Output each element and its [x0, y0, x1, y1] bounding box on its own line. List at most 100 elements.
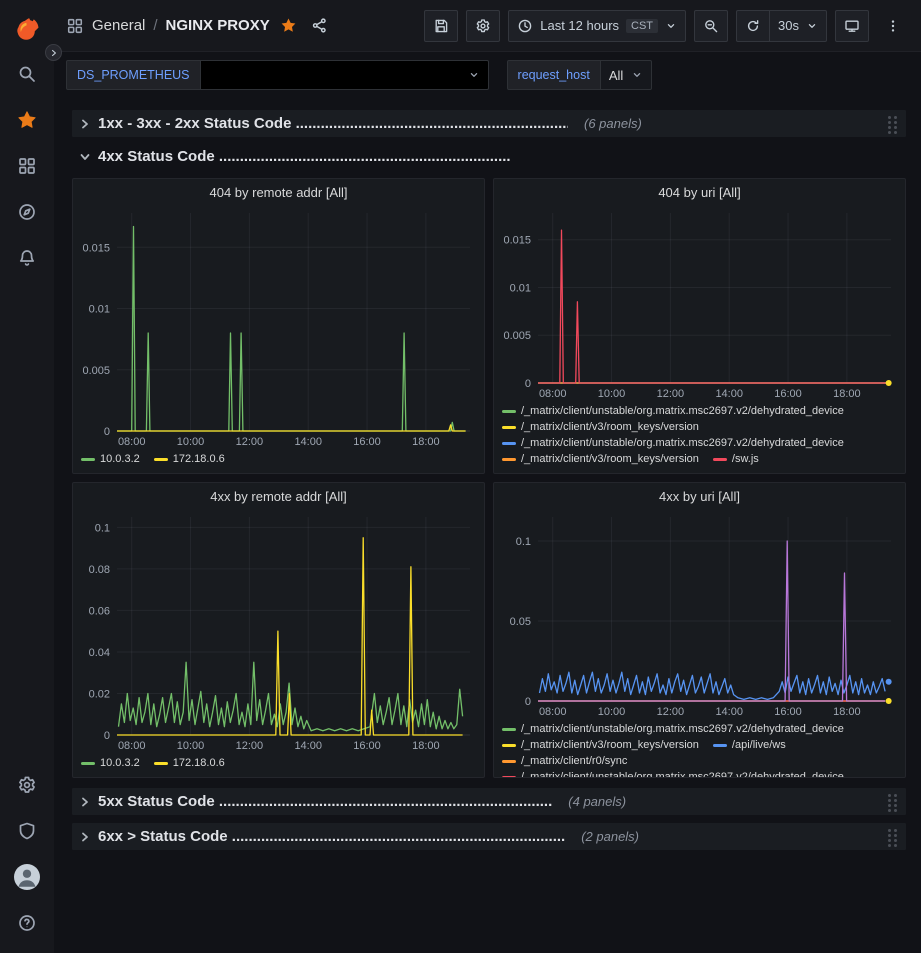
- breadcrumb-folder[interactable]: General: [92, 17, 145, 34]
- chart-404-by-remote-addr[interactable]: 08:0010:0012:0014:0016:0018:0000.0050.01…: [73, 205, 484, 449]
- row-6xx-status-code[interactable]: 6xx > Status Code ......................…: [72, 823, 906, 850]
- tv-mode-button[interactable]: [835, 10, 869, 42]
- legend-item[interactable]: /_matrix/client/unstable/org.matrix.msc2…: [502, 769, 844, 777]
- sidebar-item-explore[interactable]: [7, 192, 47, 232]
- refresh-interval-dropdown[interactable]: 30s: [769, 10, 827, 42]
- svg-text:12:00: 12:00: [236, 436, 264, 448]
- panel-title[interactable]: 404 by uri [All]: [494, 179, 905, 205]
- legend-item[interactable]: /_matrix/client/v3/room_keys/version: [502, 419, 699, 435]
- variable-value-datasource[interactable]: [201, 60, 489, 90]
- grafana-logo[interactable]: [7, 8, 47, 48]
- legend-item[interactable]: /sw.js: [713, 451, 759, 467]
- legend-swatch: [81, 762, 95, 765]
- more-options-button[interactable]: [877, 10, 909, 42]
- legend-item[interactable]: 172.18.0.6: [154, 755, 225, 771]
- svg-text:18:00: 18:00: [833, 388, 861, 400]
- legend-item[interactable]: /_matrix/client/r0/sync: [502, 753, 627, 769]
- dashboard-content: 1xx - 3xx - 2xx Status Code ............…: [54, 98, 921, 953]
- chart-4xx-by-uri[interactable]: 08:0010:0012:0014:0016:0018:0000.050.1: [494, 509, 905, 719]
- svg-text:14:00: 14:00: [294, 740, 322, 752]
- dashboard-settings-button[interactable]: [466, 10, 500, 42]
- legend-swatch: [502, 410, 516, 413]
- svg-text:0.05: 0.05: [510, 616, 531, 628]
- svg-text:0.015: 0.015: [503, 235, 531, 247]
- legend-swatch: [713, 458, 727, 461]
- row-drag-handle[interactable]: [886, 115, 898, 133]
- share-button[interactable]: [311, 17, 328, 34]
- svg-text:08:00: 08:00: [118, 436, 146, 448]
- svg-text:0: 0: [104, 426, 110, 438]
- row-5xx-status-code[interactable]: 5xx Status Code ........................…: [72, 788, 906, 815]
- svg-text:0.1: 0.1: [95, 522, 110, 534]
- legend-label: 172.18.0.6: [173, 451, 225, 467]
- legend-item[interactable]: /_matrix/client/unstable/org.matrix.msc2…: [502, 721, 844, 737]
- row-panel-count: (2 panels): [581, 829, 639, 844]
- chart-legend: 10.0.3.2 172.18.0.6: [73, 753, 484, 777]
- apps-grid-icon: [66, 17, 84, 35]
- chevron-right-icon: [49, 48, 59, 58]
- sidebar-expand-button[interactable]: [45, 44, 62, 61]
- legend-item[interactable]: 10.0.3.2: [81, 755, 140, 771]
- svg-text:10:00: 10:00: [177, 740, 205, 752]
- sidebar-item-dashboards[interactable]: [7, 146, 47, 186]
- row-panel-count: (6 panels): [584, 116, 642, 131]
- sidebar-item-starred[interactable]: [7, 100, 47, 140]
- panel-title[interactable]: 4xx by remote addr [All]: [73, 483, 484, 509]
- sidebar-item-settings[interactable]: [7, 765, 47, 805]
- chart-legend: /_matrix/client/unstable/org.matrix.msc2…: [494, 401, 905, 473]
- sidebar-item-help[interactable]: [7, 903, 47, 943]
- panel-grid: 404 by remote addr [All] 08:00 10:00 12:00…: [72, 178, 906, 778]
- svg-text:0.005: 0.005: [503, 330, 531, 342]
- legend-label: /_matrix/client/v3/room_keys/version: [521, 419, 699, 435]
- share-icon: [311, 17, 328, 34]
- svg-text:14:00: 14:00: [294, 436, 322, 448]
- svg-text:0: 0: [525, 696, 531, 708]
- row-1xx-3xx-2xx-status-code[interactable]: 1xx - 3xx - 2xx Status Code ............…: [72, 110, 906, 137]
- svg-text:16:00: 16:00: [774, 388, 802, 400]
- legend-item[interactable]: 172.18.0.6: [154, 451, 225, 467]
- chevron-down-icon: [806, 20, 818, 32]
- svg-text:0.06: 0.06: [89, 605, 110, 617]
- variables-bar: DS_PROMETHEUS request_host All: [54, 52, 921, 98]
- sidebar-item-profile[interactable]: [7, 857, 47, 897]
- row-4xx-status-code[interactable]: 4xx Status Code ........................…: [72, 143, 906, 170]
- save-icon: [433, 18, 449, 34]
- sidebar-item-admin[interactable]: [7, 811, 47, 851]
- chart-4xx-by-remote-addr[interactable]: 08:0010:0012:0014:0016:0018:0000.020.040…: [73, 509, 484, 753]
- svg-text:0.04: 0.04: [89, 647, 110, 659]
- chart-legend: /_matrix/client/unstable/org.matrix.msc2…: [494, 719, 905, 777]
- legend-swatch: [502, 728, 516, 731]
- time-range-picker[interactable]: Last 12 hours CST: [508, 10, 686, 42]
- legend-item[interactable]: /api/live/ws: [713, 737, 786, 753]
- svg-text:0.02: 0.02: [89, 688, 110, 700]
- svg-text:0.005: 0.005: [82, 365, 110, 377]
- svg-text:10:00: 10:00: [177, 436, 205, 448]
- sidebar-item-alerting[interactable]: [7, 238, 47, 278]
- legend-swatch: [502, 458, 516, 461]
- legend-item[interactable]: /_matrix/client/v3/room_keys/version: [502, 737, 699, 753]
- legend-item[interactable]: /_matrix/client/unstable/org.matrix.msc2…: [502, 403, 844, 419]
- panel-title[interactable]: 4xx by uri [All]: [494, 483, 905, 509]
- zoom-out-button[interactable]: [694, 10, 728, 42]
- dashboards-grid-icon: [17, 156, 37, 176]
- chevron-down-icon: [631, 69, 643, 81]
- save-dashboard-button[interactable]: [424, 10, 458, 42]
- panel-title[interactable]: 404 by remote addr [All]: [73, 179, 484, 205]
- kebab-menu-icon: [885, 18, 901, 34]
- favorite-star-button[interactable]: [280, 17, 297, 34]
- row-drag-handle[interactable]: [886, 793, 898, 811]
- legend-item[interactable]: /_matrix/client/v3/room_keys/version: [502, 451, 699, 467]
- refresh-button[interactable]: [736, 10, 769, 42]
- legend-label: /_matrix/client/v3/room_keys/version: [521, 737, 699, 753]
- variable-value-request-host[interactable]: All: [601, 60, 652, 90]
- chart-404-by-uri[interactable]: 08:0010:0012:0014:0016:0018:0000.0050.01…: [494, 205, 905, 401]
- legend-item[interactable]: /_matrix/client/unstable/org.matrix.msc2…: [502, 435, 844, 451]
- chevron-down-icon: [468, 69, 480, 81]
- zoom-out-icon: [703, 18, 719, 34]
- legend-item[interactable]: 10.0.3.2: [81, 451, 140, 467]
- dashboard-title[interactable]: NGINX PROXY: [166, 17, 270, 34]
- sidebar-item-search[interactable]: [7, 54, 47, 94]
- row-drag-handle[interactable]: [886, 828, 898, 846]
- svg-text:12:00: 12:00: [657, 706, 685, 718]
- variable-request-host: request_host All: [507, 60, 653, 90]
